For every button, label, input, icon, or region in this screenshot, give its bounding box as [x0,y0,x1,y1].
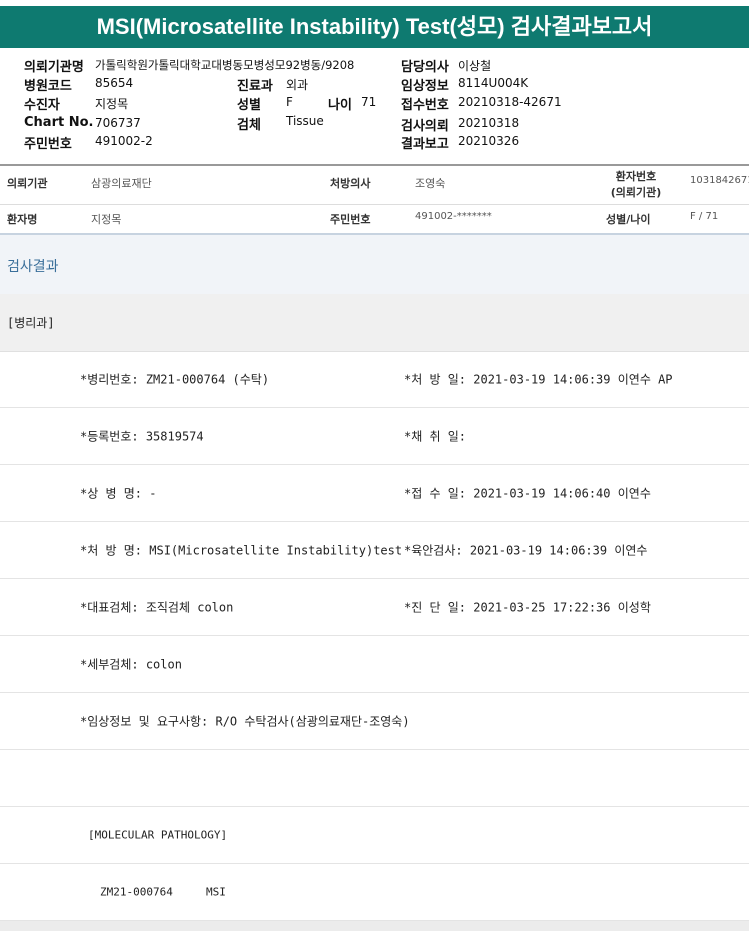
chart-value: 706737 [95,116,141,130]
patient-info-row-1: 의뢰기관 삼광의료재단 처방의사 조영숙 환자번호 (의뢰기관) 1031842… [0,166,749,205]
receipt-value: 20210318-42671 [458,95,562,109]
result-row: *병리번호: ZM21-000764 (수탁) *처 방 일: 2021-03-… [0,351,749,408]
code-value: 85654 [95,76,134,90]
molecular-line: ZM21-000764 MSI [100,885,226,899]
sexage-label: 성별/나이 [606,213,651,226]
request-label: 검사의뢰 [401,119,449,134]
request-value: 20210318 [458,116,520,130]
result-right: *육안검사: 2021-03-19 14:06:39 이연수 [404,543,648,558]
name-label: 환자명 [7,213,38,226]
result-row: *세부검체: colon [0,636,749,693]
result-left: *임상정보 및 요구사항: R/O 수탁검사(삼광의료재단-조영숙) [80,714,410,729]
result-row: *상 병 명: - *접 수 일: 2021-03-19 14:06:40 이연… [0,465,749,522]
report-date-value: 20210326 [458,134,520,148]
result-left: *상 병 명: - [80,486,157,501]
inst-value: 삼광의료재단 [91,177,152,190]
bottom-bar [0,921,749,931]
results-title: 검사결과 [7,259,59,275]
report-title: MSI(Microsatellite Instability) Test(성모)… [0,6,749,48]
molecular-title: [MOLECULAR PATHOLOGY] [88,828,228,842]
sex-label: 성별 [237,98,261,113]
specimen-label: 검체 [237,118,261,133]
name-value: 지정목 [91,213,122,226]
pid-label: 환자번호 (의뢰기관) [606,168,666,200]
presc-label: 처방의사 [330,177,371,190]
doctor-value: 이상철 [458,59,492,73]
sex-value: F [286,95,293,109]
pinfo-rrn-value: 491002-******* [415,211,492,222]
result-left: *병리번호: ZM21-000764 (수탁) [80,372,270,387]
result-right: *접 수 일: 2021-03-19 14:06:40 이연수 [404,486,651,501]
dept-value: 외과 [286,78,309,92]
result-right: *채 취 일: [404,429,467,444]
molecular-title-row: [MOLECULAR PATHOLOGY] [0,807,749,864]
patient-value: 지정목 [95,97,129,111]
specimen-value: Tissue [286,114,324,128]
result-left: *등록번호: 35819574 [80,429,204,444]
rrn-value: 491002-2 [95,134,153,148]
sexage-value: F / 71 [690,211,719,222]
doctor-label: 담당의사 [401,60,449,75]
result-left: *대표검체: 조직검체 colon [80,600,234,615]
result-row: *처 방 명: MSI(Microsatellite Instability)t… [0,522,749,579]
code-label: 병원코드 [24,79,72,94]
rrn-label: 주민번호 [24,137,72,152]
report-date-label: 결과보고 [401,137,449,152]
inst-label: 의뢰기관 [7,177,48,190]
result-left: *처 방 명: MSI(Microsatellite Instability)t… [80,543,403,558]
hospital-value: 가톨릭학원가톨릭대학교대병동모병성모92병동/9208 [95,58,355,72]
result-row: *등록번호: 35819574 *채 취 일: [0,408,749,465]
result-row: *대표검체: 조직검체 colon *진 단 일: 2021-03-25 17:… [0,579,749,636]
dept-title: [병리과] [7,316,55,330]
presc-value: 조영숙 [415,177,446,190]
result-right: *진 단 일: 2021-03-25 17:22:36 이성학 [404,600,651,615]
pid-label-line2: (의뢰기관) [610,186,662,199]
pid-value: 1031842671 [690,175,749,186]
chart-label: Chart No. [24,115,94,130]
dept-header: [병리과] [0,294,749,352]
pinfo-rrn-label: 주민번호 [330,213,371,226]
dept-label: 진료과 [237,79,273,94]
pid-label-line1: 환자번호 [615,170,657,183]
report-header: 의뢰기관명 가톨릭학원가톨릭대학교대병동모병성모92병동/9208 담당의사 이… [0,48,749,164]
age-value: 71 [361,95,377,109]
clinical-label: 임상정보 [401,79,449,94]
result-left: *세부검체: colon [80,657,182,672]
receipt-label: 접수번호 [401,98,449,113]
result-right: *처 방 일: 2021-03-19 14:06:39 이연수 AP [404,372,673,387]
hospital-label: 의뢰기관명 [24,60,84,75]
patient-label: 수진자 [24,98,60,113]
result-row [0,750,749,807]
result-row: *임상정보 및 요구사항: R/O 수탁검사(삼광의료재단-조영숙) [0,693,749,750]
clinical-value: 8114U004K [458,76,529,90]
age-label: 나이 [328,98,352,113]
patient-info-row-2: 환자명 지정목 주민번호 491002-******* 성별/나이 F / 71 [0,205,749,233]
results-section-header: 검사결과 [0,233,749,296]
molecular-line-row: ZM21-000764 MSI [0,864,749,921]
